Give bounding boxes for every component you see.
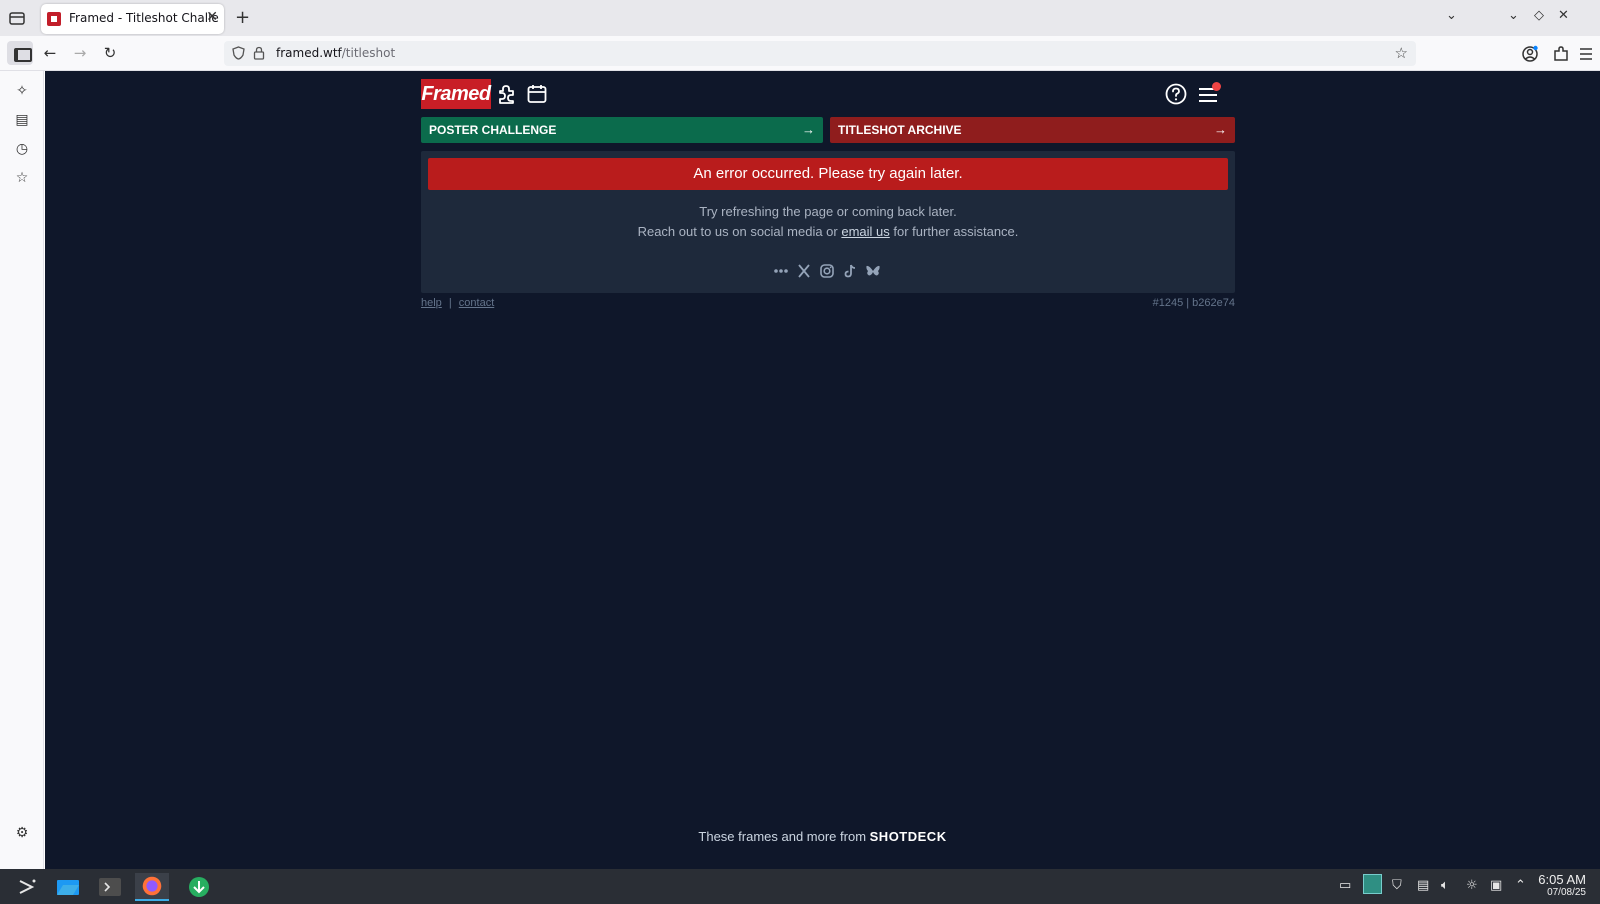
security-shield-icon[interactable]: ⛉ [1392,878,1402,893]
browser-nav-bar: ← → ↻ framed.wtf/titleshot ☆ [0,36,1600,71]
browser-tab-bar: Framed - Titleshot Challenge ✕ + ⌄ ⌄ ◇ ✕ [0,0,1600,36]
url-bar[interactable]: framed.wtf/titleshot ☆ [224,41,1416,66]
page-content: Framed POSTER CHALLENGE → TITLESHOT ARCH… [45,71,1600,869]
browser-sidebar: ✧ ▤ ◷ ☆ ⚙ [0,71,44,869]
app-launcher-icon[interactable] [10,873,44,901]
arrow-right-icon: → [1214,122,1227,137]
social-links [773,263,883,281]
help-question-icon[interactable] [1164,82,1188,106]
titleshot-archive-label: TITLESHOT ARCHIVE [838,123,962,137]
calendar-icon[interactable] [525,82,549,106]
app-menu-icon[interactable] [1578,46,1594,62]
bookmark-star-icon[interactable]: ☆ [1395,44,1408,62]
error-hint-text: Try refreshing the page or coming back l… [699,204,957,219]
sidebar-settings-gear-icon[interactable]: ⚙ [13,824,31,842]
contact-prefix: Reach out to us on social media or [637,224,842,239]
tab-close-icon[interactable]: ✕ [206,9,218,25]
help-link[interactable]: help [421,297,442,309]
error-card: An error occurred. Please try again late… [421,151,1235,293]
shotdeck-credit: These frames and more from SHOTDECK [45,829,1600,844]
brightness-icon[interactable]: ☼ [1466,878,1478,893]
url-path: /titleshot [341,46,396,60]
minimize-icon[interactable]: ⌄ [1508,8,1519,23]
tracking-shield-icon[interactable] [232,46,245,60]
extensions-puzzle-icon[interactable] [1552,45,1570,63]
clipboard-icon[interactable]: ▤ [1417,878,1429,893]
firefox-taskbar-icon[interactable] [135,873,169,901]
poster-challenge-button[interactable]: POSTER CHALLENGE → [421,117,823,143]
instagram-icon[interactable] [819,263,835,279]
footer-separator: | [448,297,452,309]
url-host: framed.wtf [276,46,342,60]
credit-prefix: These frames and more from [698,829,870,844]
framed-favicon-icon [47,12,61,26]
puzzle-icon[interactable] [495,82,519,106]
x-twitter-icon[interactable] [796,263,812,279]
contact-suffix: for further assistance. [889,224,1019,239]
reload-button[interactable]: ↻ [98,42,122,64]
ai-chatbot-icon[interactable]: ✧ [13,82,31,100]
tray-expand-chevron-icon[interactable]: ⌃ [1515,878,1526,893]
error-banner: An error occurred. Please try again late… [428,158,1228,190]
list-all-tabs-icon[interactable]: ⌄ [1446,8,1457,23]
build-info: #1245 | b262e74 [1152,297,1235,309]
poster-challenge-label: POSTER CHALLENGE [429,123,557,137]
file-manager-icon[interactable] [51,873,85,901]
lock-icon[interactable] [253,46,265,60]
bookmarks-star-icon[interactable]: ☆ [13,169,31,187]
notification-dot [1212,82,1221,91]
challenge-buttons: POSTER CHALLENGE → TITLESHOT ARCHIVE → [421,117,1235,143]
clock-date: 07/08/25 [1547,887,1586,898]
titleshot-archive-button[interactable]: TITLESHOT ARCHIVE → [830,117,1235,143]
bluesky-butterfly-icon[interactable] [865,263,881,279]
network-icon[interactable]: ▣ [1490,878,1502,893]
update-download-icon[interactable] [182,873,216,901]
url-text: framed.wtf/titleshot [276,46,395,60]
clock-time: 6:05 AM [1538,872,1586,887]
email-us-link[interactable]: email us [841,224,889,239]
more-dots-icon[interactable] [773,263,789,279]
sidebar-toggle-icon[interactable] [7,41,33,65]
framed-logo[interactable]: Framed [421,79,491,109]
synced-tabs-icon[interactable]: ▤ [13,111,31,129]
browser-tab-active[interactable]: Framed - Titleshot Challenge ✕ [41,4,224,34]
taskbar-clock[interactable]: 6:05 AM 07/08/25 [1538,872,1586,898]
window-close-icon[interactable]: ✕ [1558,8,1569,23]
show-desktop-icon[interactable]: ▭ [1339,878,1351,893]
back-button[interactable]: ← [38,42,62,64]
site-header: Framed [421,79,1235,109]
volume-icon[interactable]: 🔈︎ [1441,878,1449,893]
arrow-right-icon: → [802,122,815,137]
forward-button[interactable]: → [68,42,92,64]
maximize-icon[interactable]: ◇ [1534,8,1544,23]
history-clock-icon[interactable]: ◷ [13,140,31,158]
account-icon[interactable] [1521,45,1539,63]
terminal-icon[interactable] [93,873,127,901]
footer-links: help | contact [421,297,494,309]
os-taskbar: ▭ ⛉ ▤ 🔈︎ ☼ ▣ ⌃ 6:05 AM 07/08/25 [0,869,1600,904]
error-contact-text: Reach out to us on social media or email… [421,224,1235,239]
pager-workspace-icon[interactable] [1363,874,1382,894]
tab-list-icon[interactable] [8,9,26,27]
tab-title: Framed - Titleshot Challenge [69,11,219,25]
hamburger-menu-button[interactable] [1193,79,1223,109]
new-tab-button[interactable]: + [235,7,250,28]
shotdeck-logo[interactable]: SHOTDECK [870,829,947,844]
tiktok-icon[interactable] [842,263,858,279]
contact-link[interactable]: contact [459,297,494,309]
